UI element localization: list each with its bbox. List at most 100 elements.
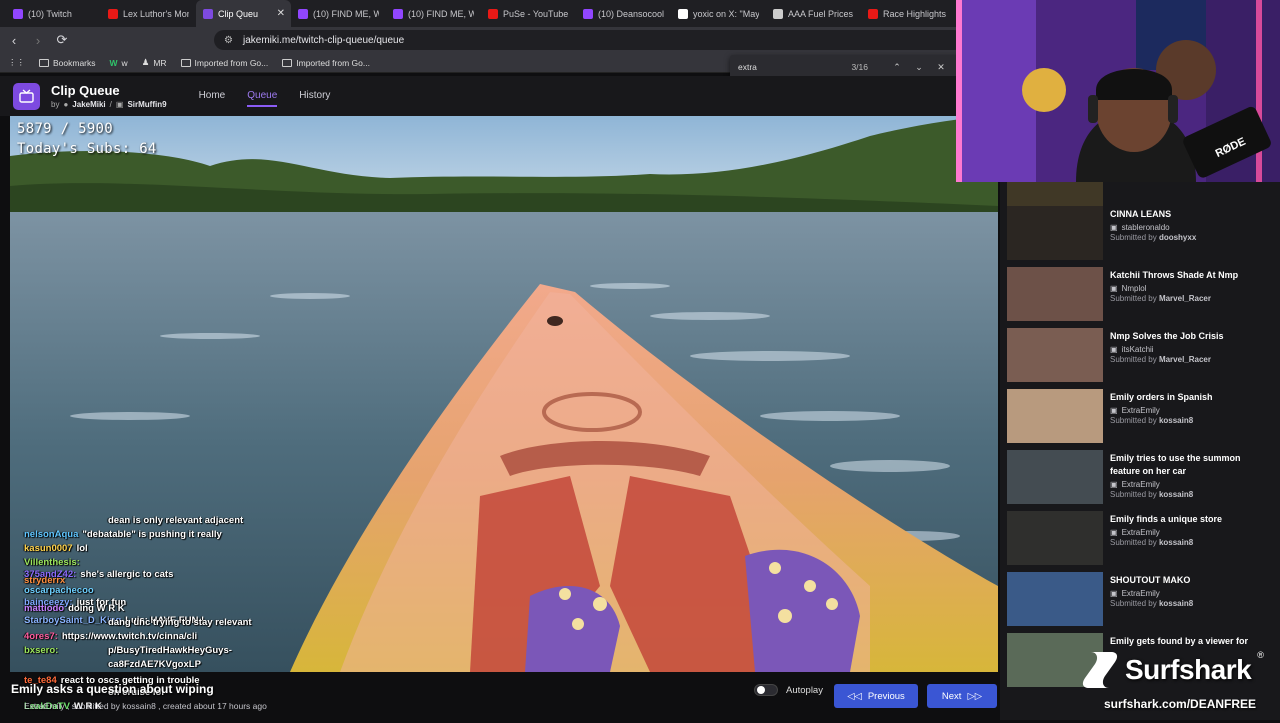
queue-item[interactable]: Emily orders in Spanish ▣ ExtraEmily Submit… xyxy=(1007,389,1272,447)
browser-tab[interactable]: Lex Luthor's Mon xyxy=(101,0,196,27)
site-info-icon[interactable]: ⚙ xyxy=(224,35,233,46)
bookmark-item[interactable]: ♟ MR xyxy=(142,57,167,68)
chat-message: p/BusyTiredHawkHeyGuys- xyxy=(108,645,232,656)
clip-queue-logo-icon[interactable] xyxy=(13,82,40,110)
chat-message: dang unc trying to stay relevant xyxy=(108,617,252,628)
current-clip-meta: ExtraEmily , submitted by kossain8 , cre… xyxy=(24,701,267,711)
find-next-icon[interactable]: ⌄ xyxy=(908,62,930,73)
bookmark-item[interactable]: Bookmarks xyxy=(39,58,96,68)
queue-thumbnail xyxy=(1007,267,1103,321)
w-logo-icon: W xyxy=(109,57,118,68)
webcam-feed: RØDE xyxy=(956,0,1280,182)
nav-queue[interactable]: Queue xyxy=(247,86,278,107)
tab-title: yoxic on X: "May xyxy=(693,8,759,19)
url-bar[interactable]: ⚙ jakemiki.me/twitch-clip-queue/queue xyxy=(214,30,964,50)
bookmark-item[interactable]: Imported from Go... xyxy=(282,58,370,68)
browser-tab[interactable]: (10) FIND ME, W xyxy=(386,0,481,27)
nav-home[interactable]: Home xyxy=(199,86,226,107)
find-prev-icon[interactable]: ⌃ xyxy=(886,62,908,73)
queue-item[interactable]: Emily finds a unique store ▣ ExtraEmily Sub… xyxy=(1007,511,1272,569)
tab-favicon-icon xyxy=(488,8,498,19)
queue-channel: ▣ ExtraEmily xyxy=(1110,589,1160,598)
queue-info: Emily orders in Spanish ▣ ExtraEmily Submit… xyxy=(1110,391,1270,425)
queue-item[interactable]: SHOUTOUT MAKO ▣ ExtraEmily Submitted by kos… xyxy=(1007,572,1272,630)
tab-close-icon[interactable]: ✕ xyxy=(277,8,285,19)
chat-text: lol xyxy=(76,543,88,554)
tab-favicon-icon xyxy=(13,8,23,19)
queue-info: Emily gets found by a viewer for xyxy=(1110,635,1270,648)
folder-icon xyxy=(282,58,293,67)
queue-submitter: Submitted by kossain8 xyxy=(1110,599,1194,608)
back-icon[interactable]: ‹ xyxy=(4,30,24,50)
queue-submitter: Submitted by kossain8 xyxy=(1110,416,1194,425)
find-close-icon[interactable]: ✕ xyxy=(930,62,952,73)
chat-text: p/BusyTiredHawkHeyGuys- xyxy=(108,645,232,656)
find-input[interactable]: extra xyxy=(738,62,851,72)
reload-icon[interactable]: ⟳ xyxy=(52,30,72,50)
app-header: Clip Queue by ● JakeMiki / ▣ SirMuffin9 Ho… xyxy=(0,76,1000,116)
browser-tab[interactable]: yoxic on X: "May xyxy=(671,0,766,27)
twitch-icon: ▣ xyxy=(115,100,124,109)
chat-message: 4ores7: https://www.twitch.tv/cinna/cli xyxy=(24,631,197,642)
twitch-icon: ▣ xyxy=(1110,406,1118,415)
author-link[interactable]: JakeMiki xyxy=(72,100,105,109)
author-link[interactable]: SirMuffin9 xyxy=(127,100,166,109)
tab-title: (10) Twitch xyxy=(28,8,72,19)
app-nav: Home Queue History xyxy=(199,86,330,107)
previous-button[interactable]: ◁◁ Previous xyxy=(834,684,918,708)
chat-message: bxsero: xyxy=(24,645,62,656)
queue-thumbnail xyxy=(1007,389,1103,443)
streamer-webcam: RØDE xyxy=(956,0,1280,182)
queue-item[interactable]: CINNA LEANS ▣ stableronaldo Submitted by do… xyxy=(1007,206,1272,264)
twitch-icon: ▣ xyxy=(1110,284,1118,293)
bookmark-item[interactable]: Imported from Go... xyxy=(180,58,268,68)
chat-username: oscarpachecoo xyxy=(24,585,94,596)
bookmark-item[interactable]: Ww xyxy=(110,58,128,68)
tab-favicon-icon xyxy=(393,8,403,19)
autoplay-control[interactable]: Autoplay xyxy=(754,684,823,696)
twitch-icon: ▣ xyxy=(1110,589,1118,598)
folder-icon xyxy=(39,58,49,67)
chat-username: bxsero: xyxy=(24,645,59,656)
tab-title: Race Highlights | xyxy=(883,8,949,19)
nav-history[interactable]: History xyxy=(299,86,330,107)
chat-username: Villenthesis: xyxy=(24,557,80,568)
queue-title: SHOUTOUT MAKO xyxy=(1110,575,1191,585)
browser-tab[interactable]: Clip Queu ✕ xyxy=(196,0,291,27)
queue-info: Emily tries to use the summon feature on… xyxy=(1110,452,1270,499)
tab-title: (10) Deansocool xyxy=(598,8,664,19)
queue-channel: ▣ ExtraEmily xyxy=(1110,406,1160,415)
browser-tab[interactable]: (10) Deansocool xyxy=(576,0,671,27)
url-text: jakemiki.me/twitch-clip-queue/queue xyxy=(242,34,405,46)
queue-title: Emily orders in Spanish xyxy=(1110,392,1213,402)
find-count: 3/16 xyxy=(851,62,868,72)
browser-tab[interactable]: AAA Fuel Prices xyxy=(766,0,861,27)
queue-item[interactable]: Nmp Solves the Job Crisis ▣ itsKatchii Subm… xyxy=(1007,328,1272,386)
queue-submitter: Submitted by dooshyxx xyxy=(1110,233,1197,242)
forward-icon[interactable]: › xyxy=(28,30,48,50)
autoplay-toggle[interactable] xyxy=(754,684,778,696)
next-button[interactable]: Next ▷▷ xyxy=(927,684,997,708)
queue-item[interactable]: Katchii Throws Shade At Nmp ▣ Nmplol Submit… xyxy=(1007,267,1272,325)
tab-title: (10) FIND ME, W xyxy=(313,8,379,19)
app-title: Clip Queue xyxy=(51,83,120,98)
browser-tab[interactable]: (10) Twitch xyxy=(6,0,101,27)
twitch-icon: ▣ xyxy=(1110,223,1118,232)
folder-icon xyxy=(180,58,191,67)
queue-info: Nmp Solves the Job Crisis ▣ itsKatchii Subm… xyxy=(1110,330,1270,364)
chat-username: kasun0007 xyxy=(24,543,73,554)
browser-tab[interactable]: PuSe - YouTube xyxy=(481,0,576,27)
queue-item[interactable]: Emily tries to use the summon feature on… xyxy=(1007,450,1272,508)
mr-icon: ♟ xyxy=(141,57,150,67)
apps-icon[interactable]: ⋮⋮ xyxy=(8,57,25,68)
queue-channel: ▣ stableronaldo xyxy=(1110,223,1170,232)
queue-submitter: Submitted by kossain8 xyxy=(1110,490,1194,499)
queue-title: CINNA LEANS xyxy=(1110,209,1172,219)
chat-text: dean is only relevant adjacent xyxy=(108,515,244,526)
browser-tab[interactable]: (10) FIND ME, W xyxy=(291,0,386,27)
sub-count-overlay: 5879 / 5900 xyxy=(17,121,114,137)
chat-username: 4ores7: xyxy=(24,631,58,642)
chat-text: dang unc trying to stay relevant xyxy=(108,617,252,628)
brand: Clip Queue by ● JakeMiki / ▣ SirMuffin9 xyxy=(51,83,167,109)
browser-tab[interactable]: Race Highlights | xyxy=(861,0,956,27)
